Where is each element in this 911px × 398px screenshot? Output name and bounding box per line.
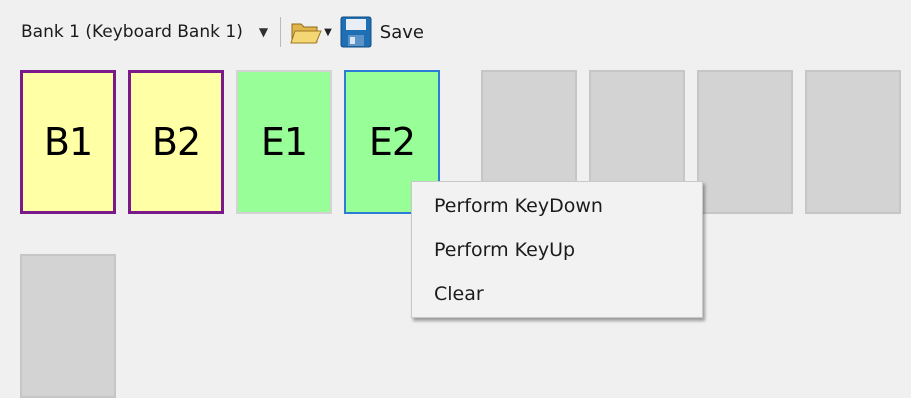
keyboard-bank-window: Bank 1 (Keyboard Bank 1) ▼ ▼ Save B1 B2 … [5,0,911,398]
context-menu: Perform KeyDown Perform KeyUp Clear [411,181,703,318]
key-e1[interactable]: E1 [236,70,332,214]
open-button[interactable]: ▼ [289,12,340,52]
key-label: E1 [260,120,308,164]
key-label: E2 [368,120,416,164]
menu-item-perform-keydown[interactable]: Perform KeyDown [412,184,702,228]
key-empty[interactable] [20,254,116,398]
chevron-down-icon: ▼ [258,25,269,39]
menu-item-clear[interactable]: Clear [412,272,702,316]
toolbar-separator [280,17,282,47]
key-b2[interactable]: B2 [128,70,224,214]
save-button[interactable]: Save [340,12,424,52]
key-label: B1 [43,120,93,164]
key-empty[interactable] [805,70,901,214]
menu-item-perform-keyup[interactable]: Perform KeyUp [412,228,702,272]
key-label: B2 [151,120,201,164]
floppy-disk-icon [340,16,372,48]
toolbar: Bank 1 (Keyboard Bank 1) ▼ ▼ Save [11,6,911,58]
bank-dropdown[interactable]: Bank 1 (Keyboard Bank 1) ▼ [11,15,272,49]
chevron-down-icon[interactable]: ▼ [324,27,332,38]
key-b1[interactable]: B1 [20,70,116,214]
save-label: Save [379,21,424,43]
folder-open-icon [290,23,322,44]
key-empty[interactable] [697,70,793,214]
bank-dropdown-label: Bank 1 (Keyboard Bank 1) [21,22,243,42]
